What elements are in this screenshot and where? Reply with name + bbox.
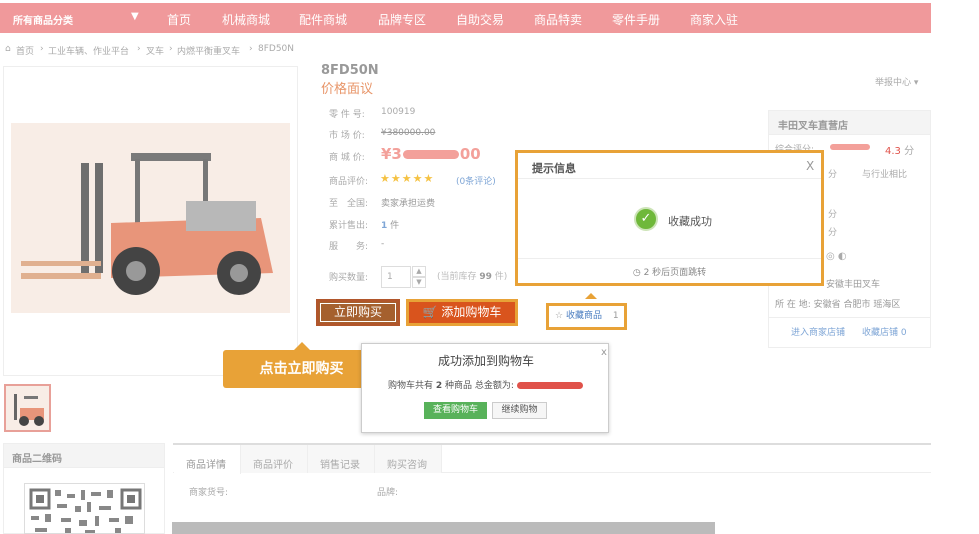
store-location: 所 在 地: 安徽省 合肥市 瑶海区 — [775, 300, 901, 310]
qty-label: 购买数量: — [329, 273, 369, 283]
nav-item-home[interactable]: 首页 — [167, 11, 191, 28]
add-to-cart-button[interactable]: 🛒 添加购物车 — [406, 299, 518, 326]
amount-redaction — [516, 382, 583, 389]
enter-store-link[interactable]: 进入商家店铺 — [791, 325, 845, 338]
buy-now-button[interactable]: 立即购买 — [316, 299, 400, 326]
store-contact: 安徽丰田叉车 — [826, 280, 881, 290]
chevron-down-icon[interactable]: ▼ — [131, 11, 139, 22]
nav-item-machinery[interactable]: 机械商城 — [222, 11, 270, 28]
qr-title: 商品二维码 — [12, 454, 62, 465]
part-no-value: 100919 — [381, 107, 416, 117]
view-cart-button[interactable]: 查看购物车 — [424, 402, 487, 419]
tab-details[interactable]: 商品详情 — [186, 456, 226, 471]
shipping-label: 至 全国: — [329, 199, 369, 209]
review-count-link[interactable]: (0条评论) — [456, 174, 496, 187]
qty-input[interactable]: 1 — [381, 266, 411, 288]
success-check-icon: ✓ — [634, 207, 658, 231]
close-icon[interactable]: X — [806, 159, 814, 173]
clock-icon: ◷ — [632, 268, 641, 278]
breadcrumb-current: 8FD50N — [258, 44, 295, 54]
cart-summary: 购物车共有 2 种商品 总金额为: — [388, 378, 583, 391]
store-name[interactable]: 丰田叉车直营店 — [778, 117, 848, 132]
top-nav: 所有商品分类 ▼ 首页 机械商城 配件商城 品牌专区 自助交易 商品特卖 零件手… — [0, 3, 931, 33]
sold-label: 累计售出: — [329, 221, 369, 231]
price-redaction — [402, 150, 459, 159]
home-icon: ⌂ — [5, 44, 11, 54]
product-image[interactable] — [11, 123, 290, 313]
tab-inquiry[interactable]: 购买咨询 — [387, 456, 427, 471]
category-menu[interactable]: 所有商品分类 — [13, 12, 73, 27]
rating-stars: ★★★★★ — [380, 172, 435, 185]
favorite-button[interactable]: ☆ 收藏商品 1 — [546, 303, 627, 330]
favorite-store-link[interactable]: 收藏店铺 0 — [862, 325, 907, 338]
service-value: - — [381, 239, 385, 249]
qr-code-image — [24, 483, 145, 534]
dialog-title: 提示信息 — [532, 162, 576, 175]
nav-item-self-trade[interactable]: 自助交易 — [456, 11, 504, 28]
tab-reviews[interactable]: 商品评价 — [253, 456, 293, 471]
vendor-code-label: 商家货号: — [189, 488, 229, 498]
cart-success-popup: x 成功添加到购物车 购物车共有 2 种商品 总金额为: 查看购物车 继续购物 — [361, 343, 609, 433]
mall-price-value: ¥3 00 — [381, 145, 481, 163]
nav-item-parts-manual[interactable]: 零件手册 — [612, 11, 660, 28]
brand-label: 品牌: — [377, 488, 399, 498]
mall-price-label: 商 城 价: — [329, 153, 365, 163]
tab-sales-records[interactable]: 销售记录 — [320, 456, 360, 471]
stock-info: (当前库存 99 件) — [437, 272, 508, 282]
part-no-label: 零 件 号: — [329, 110, 365, 120]
spec-table-header — [172, 522, 715, 534]
nav-item-parts[interactable]: 配件商城 — [299, 11, 347, 28]
product-model: 8FD50N — [321, 63, 379, 78]
cart-icon: 🛒 — [422, 305, 438, 319]
breadcrumb-category[interactable]: 工业车辆、作业平台 — [48, 44, 129, 57]
breadcrumb-forklift[interactable]: 叉车 — [146, 44, 164, 57]
contact-icons[interactable]: ◎ ◐ — [826, 251, 847, 262]
qty-increase[interactable]: ▲ — [412, 266, 426, 277]
nav-item-sale[interactable]: 商品特卖 — [534, 11, 582, 28]
breadcrumb-subcategory[interactable]: 内燃平衡重叉车 — [177, 44, 240, 57]
continue-shopping-button[interactable]: 继续购物 — [492, 402, 547, 419]
breadcrumb-home[interactable]: 首页 — [16, 44, 34, 57]
score-bar — [830, 144, 870, 150]
product-thumbnail[interactable] — [4, 384, 51, 432]
service-label: 服 务: — [329, 242, 369, 252]
shipping-value: 卖家承担运费 — [381, 199, 436, 209]
price-label: 价格面议 — [321, 82, 374, 97]
market-price-value: ¥380000.00 — [381, 128, 436, 138]
instruction-callout: 点击立即购买 — [223, 350, 380, 388]
nav-item-brands[interactable]: 品牌专区 — [378, 11, 426, 28]
dialog-message: 收藏成功 — [668, 215, 712, 228]
sold-value: 1 件 — [381, 221, 400, 231]
industry-compare: 与行业相比 — [862, 170, 908, 180]
cart-popup-title: 成功添加到购物车 — [437, 354, 534, 368]
qty-decrease[interactable]: ▼ — [412, 277, 426, 288]
store-score: 4.3 分 — [885, 146, 915, 157]
dialog-footer: ◷ 2 秒后页面跳转 — [632, 268, 707, 278]
market-price-label: 市 场 价: — [329, 131, 365, 141]
report-center[interactable]: 举报中心 ▾ — [875, 75, 918, 88]
star-icon: ☆ — [555, 311, 564, 321]
nav-item-merchant-join[interactable]: 商家入驻 — [690, 11, 738, 28]
favorite-success-dialog: 提示信息 X ✓ 收藏成功 ◷ 2 秒后页面跳转 — [515, 150, 824, 286]
rating-label: 商品评价: — [329, 177, 369, 187]
